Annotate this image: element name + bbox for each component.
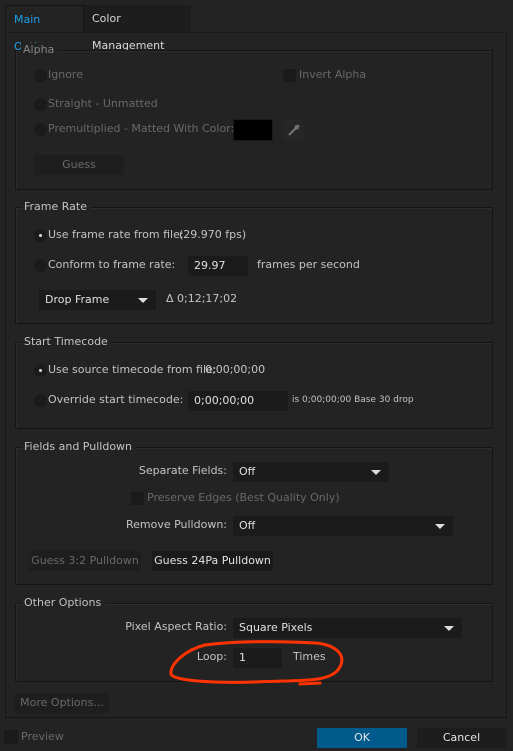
guess-button[interactable]: Guess [34,155,124,175]
override-timecode-input[interactable]: 0;00;00;00 [188,391,288,411]
override-timecode-label: Override start timecode: [48,393,184,406]
remove-pulldown-dropdown[interactable]: Off [233,516,453,536]
tab-color-management[interactable]: Color Management [84,5,191,52]
premultiplied-label: Premultiplied - Matted With Color: [48,122,235,135]
use-file-rate-label: Use frame rate from file: [48,228,184,241]
start-timecode-group: Start Timecode [15,335,493,429]
group-title: Fields and Pulldown [22,440,137,454]
chevron-down-icon [138,298,148,303]
group-title: Frame Rate [22,200,91,214]
delta-timecode: Δ 0;12;17;02 [166,292,238,305]
tab-main-options[interactable]: Main Options [5,5,84,53]
use-source-timecode-radio[interactable] [34,364,47,377]
fps-unit-label: frames per second [257,258,360,271]
override-timecode-radio[interactable] [34,394,47,407]
file-fps-value: (29.970 fps) [179,228,247,241]
matte-color-swatch[interactable] [233,119,273,141]
remove-pulldown-label: Remove Pulldown: [125,518,227,531]
straight-label: Straight - Unmatted [48,97,158,110]
use-source-timecode-label: Use source timecode from file: [48,363,217,376]
group-title: Start Timecode [22,335,112,349]
premultiplied-radio[interactable] [34,123,47,136]
more-options-button[interactable]: More Options... [15,693,109,713]
guess-24pa-pulldown-button[interactable]: Guess 24Pa Pulldown [152,551,273,571]
remove-pulldown-value: Off [239,519,256,532]
pixel-aspect-ratio-value: Square Pixels [239,621,313,634]
separate-fields-dropdown[interactable]: Off [233,462,389,482]
separate-fields-value: Off [239,465,256,478]
drop-frame-value: Drop Frame [45,293,110,306]
source-timecode-value: 0;00;00;00 [205,363,266,376]
separate-fields-label: Separate Fields: [138,464,227,477]
pixel-aspect-ratio-label: Pixel Aspect Ratio: [125,620,227,633]
invert-alpha-checkbox[interactable] [283,69,296,82]
preview-checkbox[interactable] [4,730,18,744]
conform-rate-label: Conform to frame rate: [48,258,176,271]
red-annotation-circle [169,640,344,686]
preview-label: Preview [21,730,64,743]
eyedropper-icon [288,124,300,136]
preserve-edges-label: Preserve Edges (Best Quality Only) [147,491,340,504]
eyedropper-button[interactable] [283,119,305,141]
drop-frame-dropdown[interactable]: Drop Frame [39,290,156,310]
alpha-group-title: Alpha [21,43,59,57]
conform-rate-radio[interactable] [34,259,47,272]
chevron-down-icon [435,524,445,529]
timecode-info: is 0;00;00;00 Base 30 drop [292,395,414,405]
straight-radio[interactable] [34,98,47,111]
ignore-radio[interactable] [34,69,47,82]
chevron-down-icon [444,626,454,631]
ignore-label: Ignore [48,68,83,81]
chevron-down-icon [371,470,381,475]
invert-alpha-label: Invert Alpha [299,68,367,81]
guess-32-pulldown-button[interactable]: Guess 3:2 Pulldown [29,551,141,571]
ok-button[interactable]: OK [317,728,407,748]
conform-rate-input[interactable]: 29.97 [188,256,248,276]
group-title: Other Options [22,596,106,610]
pixel-aspect-ratio-dropdown[interactable]: Square Pixels [233,618,462,638]
preserve-edges-checkbox[interactable] [131,492,144,505]
use-file-rate-radio[interactable] [34,229,47,242]
cancel-button[interactable]: Cancel [417,728,506,748]
